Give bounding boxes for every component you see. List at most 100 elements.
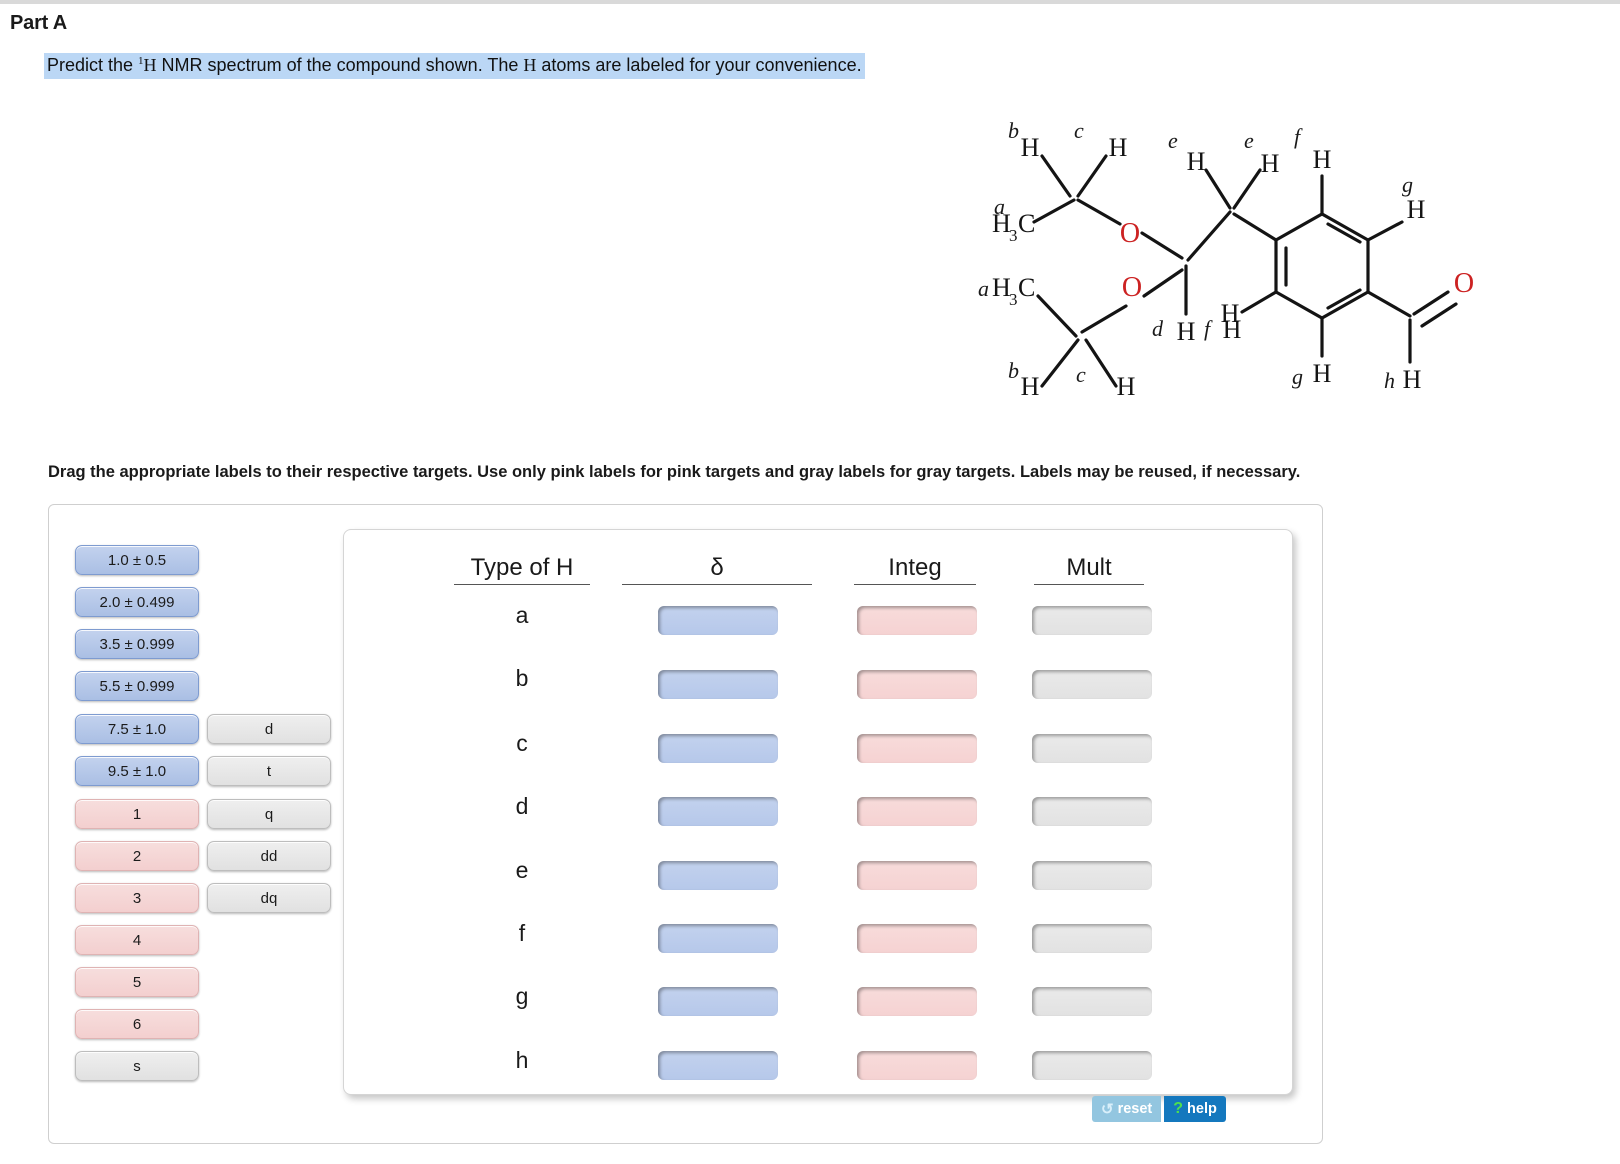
- column-header-mult: Mult: [1034, 554, 1144, 585]
- assignment-letter-d: d: [1152, 316, 1164, 341]
- atom-H: H: [1313, 359, 1332, 388]
- integration-drop-target-a[interactable]: [857, 606, 977, 635]
- column-header-delta: δ: [622, 554, 812, 585]
- multiplicity-drop-target-b[interactable]: [1032, 670, 1152, 699]
- multiplicity-drop-target-e[interactable]: [1032, 861, 1152, 890]
- top-divider: [0, 0, 1620, 4]
- shift-drop-target-b[interactable]: [658, 670, 778, 699]
- shift-drop-target-d[interactable]: [658, 797, 778, 826]
- help-button[interactable]: ? help: [1164, 1096, 1226, 1122]
- drag-drop-activity-panel: 1.0 ± 0.5 2.0 ± 0.499 3.5 ± 0.999 5.5 ± …: [48, 504, 1323, 1144]
- integration-drop-target-f[interactable]: [857, 924, 977, 953]
- atom-H: H: [1021, 133, 1040, 162]
- integration-drop-target-b[interactable]: [857, 670, 977, 699]
- assignment-letter-c: c: [1076, 362, 1086, 387]
- integration-label-chip[interactable]: 6: [75, 1009, 199, 1039]
- page-root: Part A Predict the 1H NMR spectrum of th…: [0, 0, 1620, 1164]
- row-label-h: h: [515, 1047, 529, 1073]
- shift-drop-target-a[interactable]: [658, 606, 778, 635]
- assignment-letter-g: g: [1402, 172, 1413, 197]
- assignment-letter-h: h: [1384, 368, 1395, 393]
- multiplicity-drop-target-a[interactable]: [1032, 606, 1152, 635]
- assignment-letter-f: f: [1204, 316, 1213, 341]
- assignment-letter-b: b: [1008, 358, 1019, 383]
- integration-drop-target-e[interactable]: [857, 861, 977, 890]
- atom-H: H: [1403, 365, 1422, 394]
- prompt-h-symbol-2: H: [523, 55, 537, 75]
- question-mark-icon: ?: [1173, 1100, 1184, 1117]
- prompt-h-symbol: H: [143, 55, 157, 75]
- atom-H: H: [1313, 145, 1332, 174]
- shift-label-chip[interactable]: 3.5 ± 0.999: [75, 629, 199, 659]
- atom-H: H: [1187, 147, 1206, 176]
- reset-icon: ↺: [1101, 1101, 1114, 1118]
- atom-H: H: [1021, 372, 1040, 401]
- shift-label-chip[interactable]: 1.0 ± 0.5: [75, 545, 199, 575]
- row-label-b: b: [515, 665, 529, 691]
- prompt-text-pre: Predict the: [47, 55, 139, 75]
- molecule-structure-diagram: H H H H H H H H H H H H H H 3 C H 3 C O …: [930, 100, 1550, 440]
- integration-drop-target-h[interactable]: [857, 1051, 977, 1080]
- shift-label-chip[interactable]: 7.5 ± 1.0: [75, 714, 199, 744]
- reset-button[interactable]: ↺ reset: [1092, 1096, 1162, 1122]
- shift-label-chip[interactable]: 5.5 ± 0.999: [75, 671, 199, 701]
- assignment-letter-g: g: [1292, 364, 1303, 389]
- atom-H: H: [1407, 195, 1426, 224]
- question-prompt: Predict the 1H NMR spectrum of the compo…: [44, 53, 865, 79]
- atom-O: O: [1122, 272, 1142, 303]
- shift-drop-target-g[interactable]: [658, 987, 778, 1016]
- multiplicity-label-chip[interactable]: d: [207, 714, 331, 744]
- shift-drop-target-f[interactable]: [658, 924, 778, 953]
- integration-label-chip[interactable]: 2: [75, 841, 199, 871]
- integration-drop-target-c[interactable]: [857, 734, 977, 763]
- atom-O: O: [1454, 268, 1474, 299]
- shift-drop-target-h[interactable]: [658, 1051, 778, 1080]
- column-header-type-of-h: Type of H: [454, 554, 590, 585]
- atom-O: O: [1120, 218, 1140, 249]
- reset-button-label: reset: [1117, 1101, 1153, 1117]
- shift-label-chip[interactable]: 2.0 ± 0.499: [75, 587, 199, 617]
- action-button-bar: ↺ reset ? help: [1092, 1096, 1226, 1122]
- page-title: Part A: [10, 12, 67, 34]
- assignment-letter-c: c: [1074, 118, 1084, 143]
- column-header-integ: Integ: [854, 554, 976, 585]
- integration-drop-target-d[interactable]: [857, 797, 977, 826]
- row-label-c: c: [516, 730, 528, 756]
- integration-label-chip[interactable]: 5: [75, 967, 199, 997]
- multiplicity-drop-target-f[interactable]: [1032, 924, 1152, 953]
- assignment-letter-a: a: [994, 194, 1005, 219]
- multiplicity-drop-target-g[interactable]: [1032, 987, 1152, 1016]
- prompt-text-post: atoms are labeled for your convenience.: [536, 55, 862, 75]
- assignment-letter-f: f: [1294, 124, 1303, 149]
- assignment-letter-a: a: [978, 276, 989, 301]
- multiplicity-label-chip[interactable]: t: [207, 756, 331, 786]
- integration-label-chip[interactable]: 3: [75, 883, 199, 913]
- integration-label-chip[interactable]: 1: [75, 799, 199, 829]
- multiplicity-drop-target-d[interactable]: [1032, 797, 1152, 826]
- shift-drop-target-e[interactable]: [658, 861, 778, 890]
- prompt-text-mid: NMR spectrum of the compound shown. The: [156, 55, 524, 75]
- shift-drop-target-c[interactable]: [658, 734, 778, 763]
- atom-CH3-sub: 3: [1009, 290, 1018, 309]
- multiplicity-label-chip[interactable]: dd: [207, 841, 331, 871]
- multiplicity-drop-target-c[interactable]: [1032, 734, 1152, 763]
- atom-H: H: [1221, 299, 1240, 328]
- multiplicity-label-chip[interactable]: s: [75, 1051, 199, 1081]
- assignment-letter-e: e: [1168, 128, 1178, 153]
- multiplicity-drop-target-h[interactable]: [1032, 1051, 1152, 1080]
- drag-instruction: Drag the appropriate labels to their res…: [48, 463, 1301, 481]
- prompt-isotope: 1H: [138, 55, 157, 75]
- row-label-e: e: [515, 857, 529, 883]
- row-label-a: a: [515, 602, 529, 628]
- integration-label-chip[interactable]: 4: [75, 925, 199, 955]
- assignment-table-card: Type of H δ Integ Mult a b c d e f g h: [343, 529, 1293, 1095]
- atom-CH3-sub: 3: [1009, 226, 1018, 245]
- integration-drop-target-g[interactable]: [857, 987, 977, 1016]
- atom-H: H: [1261, 149, 1280, 178]
- multiplicity-label-chip[interactable]: q: [207, 799, 331, 829]
- shift-label-chip[interactable]: 9.5 ± 1.0: [75, 756, 199, 786]
- atom-CH3-C: C: [1018, 273, 1035, 302]
- atom-CH3-C: C: [1018, 209, 1035, 238]
- multiplicity-label-chip[interactable]: dq: [207, 883, 331, 913]
- row-label-g: g: [515, 983, 529, 1009]
